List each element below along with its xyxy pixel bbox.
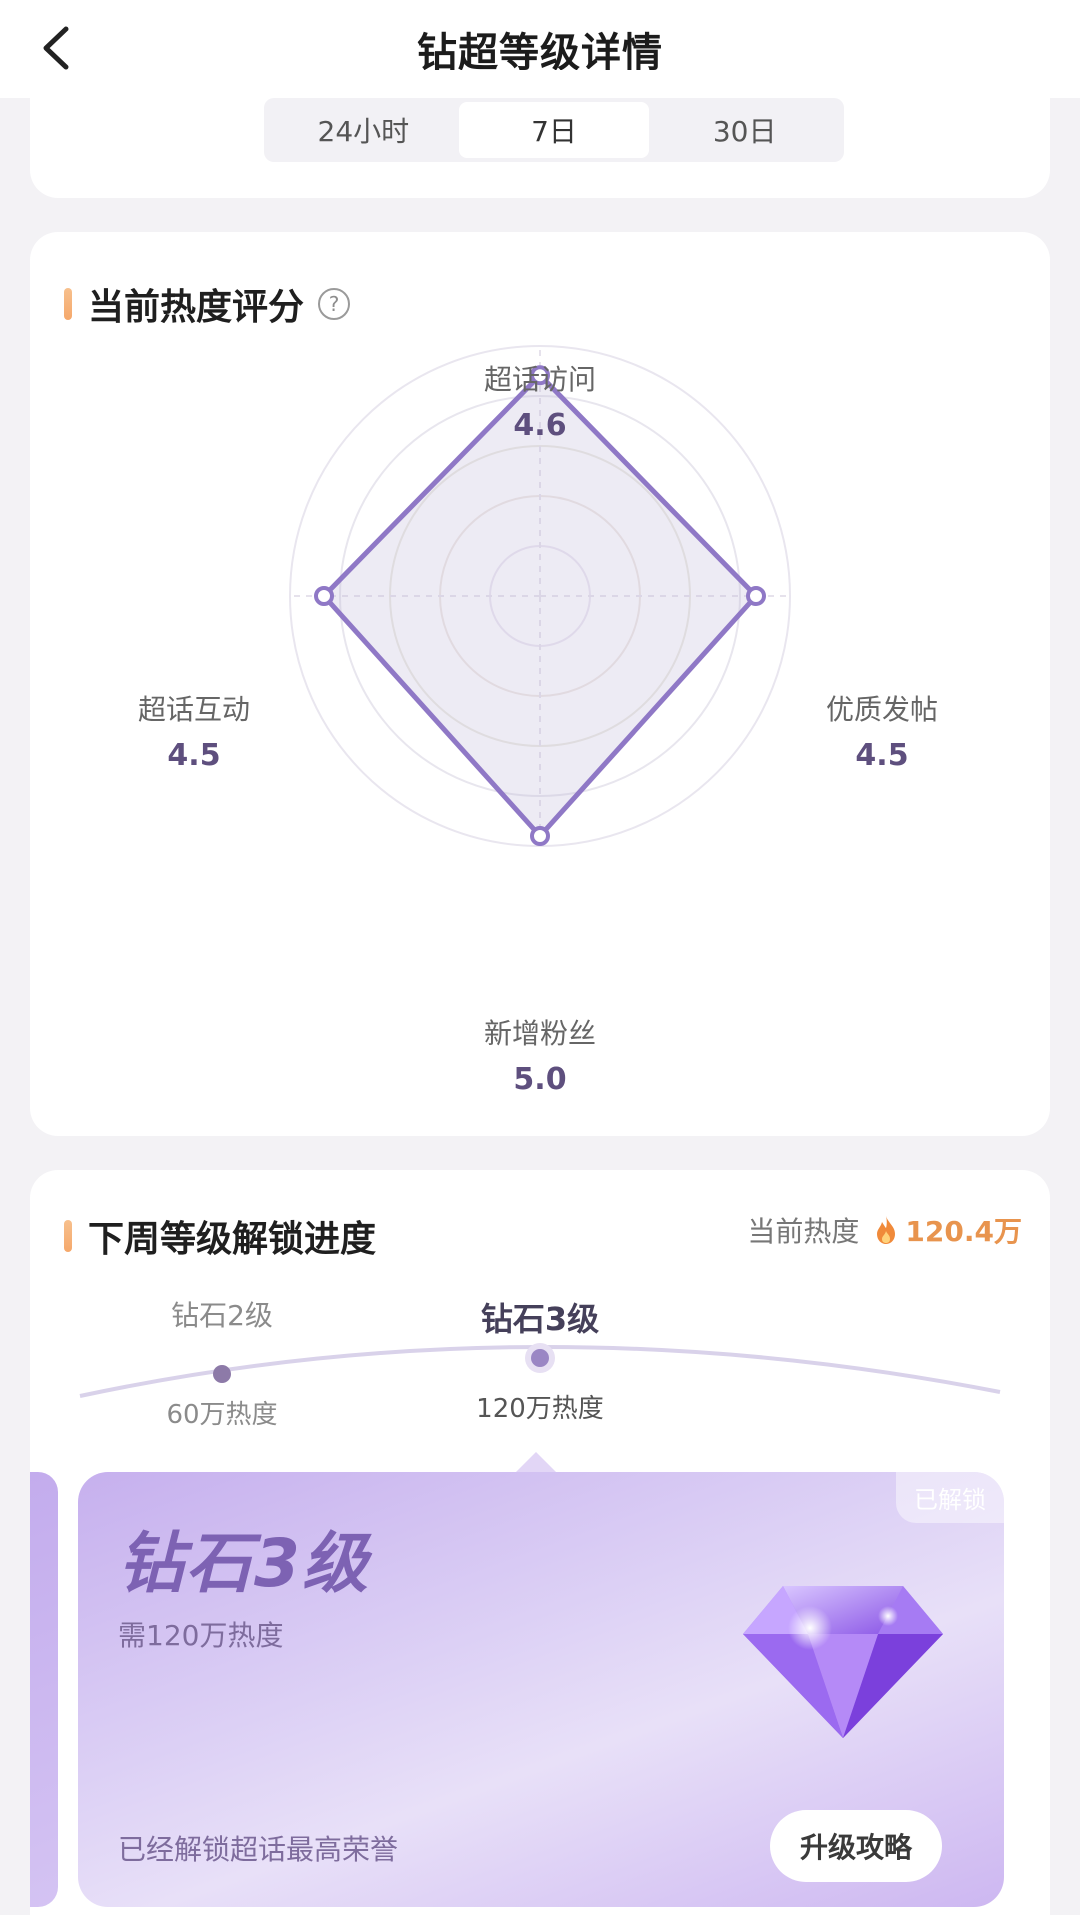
axis-name: 优质发帖	[825, 693, 938, 726]
level-card-requirement: 需120万热度	[118, 1619, 284, 1652]
tab-7d[interactable]: 7日	[458, 102, 650, 158]
diamond-icon	[743, 1586, 943, 1738]
level-2-heat: 60万热度	[166, 1400, 278, 1430]
axis-label-new-fans: 新增粉丝 5.0	[440, 1012, 640, 1097]
level-card-honor: 已经解锁超话最高荣誉	[118, 1833, 399, 1866]
level-3-heat: 120万热度	[476, 1394, 604, 1424]
level-card-name: 钻石3级	[118, 1525, 370, 1602]
axis-label-visits: 超话访问 4.6	[440, 358, 640, 443]
axis-name: 超话访问	[483, 363, 596, 396]
axis-name: 超话互动	[137, 693, 250, 726]
level-2-heat-wrap: 60万热度	[122, 1394, 322, 1431]
axis-name: 新增粉丝	[483, 1017, 596, 1050]
time-range-card: 24小时 7日 30日	[30, 70, 1050, 198]
back-arrow-icon	[43, 26, 69, 70]
radar-data-point	[530, 826, 550, 846]
level-node-2[interactable]	[213, 1365, 231, 1383]
axis-value: 5.0	[513, 1062, 567, 1097]
back-button[interactable]	[26, 18, 86, 78]
radar-series-area	[321, 372, 759, 839]
level-2-name: 钻石2级	[171, 1299, 273, 1332]
axis-label-quality-posts: 优质发帖 4.5	[782, 688, 982, 773]
axis-value: 4.6	[513, 408, 567, 443]
card-pointer	[514, 1452, 558, 1474]
tab-30d[interactable]: 30日	[649, 102, 840, 158]
heat-score-card: 当前热度评分 ? 超话访问 4.6 优质发帖 4.5 新增粉丝 5.0 超话互动…	[30, 232, 1050, 1136]
previous-level-card-peek[interactable]	[30, 1472, 58, 1907]
axis-label-interaction: 超话互动 4.5	[94, 688, 294, 773]
level-2-label: 钻石2级	[122, 1294, 322, 1334]
level-3-heat-wrap: 120万热度	[440, 1388, 640, 1425]
level-progress-card: 下周等级解锁进度 当前热度 120.4万 钻石2级 60万热度 钻石3级 120…	[30, 1170, 1050, 1915]
upgrade-guide-button[interactable]: 升级攻略	[770, 1810, 942, 1882]
tab-24h[interactable]: 24小时	[268, 102, 459, 158]
axis-value: 4.5	[167, 738, 221, 773]
unlocked-badge: 已解锁	[896, 1472, 1004, 1523]
level-card-diamond-3[interactable]: 已解锁 钻石3级 需120万热度 已经解锁超话最高荣誉 升级攻略	[78, 1472, 1004, 1907]
radar-data-point	[314, 586, 334, 606]
radar-data-point	[746, 586, 766, 606]
level-3-name: 钻石3级	[480, 1300, 600, 1338]
level-node-3[interactable]	[531, 1349, 549, 1367]
time-range-segmented-control: 24小时 7日 30日	[264, 98, 844, 162]
level-3-label: 钻石3级	[440, 1294, 640, 1340]
axis-value: 4.5	[855, 738, 909, 773]
